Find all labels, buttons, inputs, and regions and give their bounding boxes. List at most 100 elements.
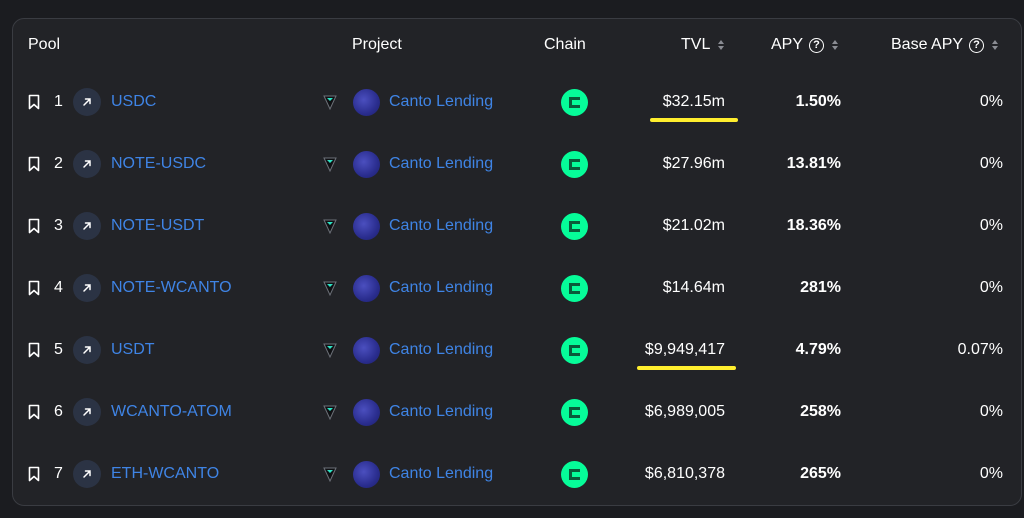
canto-chain-icon[interactable] <box>561 151 588 178</box>
external-link-arrow-icon[interactable] <box>73 88 101 116</box>
canto-lending-logo <box>353 461 380 488</box>
external-link-arrow-icon[interactable] <box>73 398 101 426</box>
bookmark-icon[interactable] <box>28 280 40 296</box>
tvl-value: $6,810,378 <box>644 465 725 482</box>
base-apy-value: 0% <box>979 465 1003 482</box>
canto-lending-logo <box>353 151 380 178</box>
canto-lending-logo <box>353 399 380 426</box>
tvl-header-label[interactable]: TVL <box>681 36 710 54</box>
tvl-highlight-underline <box>637 366 736 370</box>
pool-link[interactable]: NOTE-USDT <box>111 217 204 235</box>
canto-chain-icon[interactable] <box>561 89 588 116</box>
base-apy-column-header[interactable]: Base APY ? <box>891 36 999 54</box>
project-link[interactable]: Canto Lending <box>389 341 493 359</box>
table-row[interactable]: 4 NOTE-WCANTO Canto Lending $14.64m 281%… <box>13 257 1021 319</box>
table-row[interactable]: 1 USDC Canto Lending $32.15m 1.50% 0% <box>13 71 1021 133</box>
apy-column-header[interactable]: APY ? <box>771 36 839 54</box>
apy-value: 1.50% <box>795 93 841 110</box>
sort-arrows-icon[interactable] <box>992 40 999 50</box>
pool-header-label: Pool <box>28 36 61 53</box>
base-apy-value: 0% <box>979 155 1003 172</box>
pool-link[interactable]: NOTE-WCANTO <box>111 279 232 297</box>
tvl-value: $32.15m <box>662 93 725 110</box>
token-icon <box>323 343 337 358</box>
apy-value: 258% <box>800 403 841 420</box>
bookmark-icon[interactable] <box>28 342 40 358</box>
row-rank: 4 <box>54 279 63 296</box>
base-apy-header-label[interactable]: Base APY <box>891 36 963 54</box>
project-link[interactable]: Canto Lending <box>389 93 493 111</box>
table-row[interactable]: 2 NOTE-USDC Canto Lending $27.96m 13.81%… <box>13 133 1021 195</box>
tvl-highlight-underline <box>650 118 738 122</box>
bookmark-icon[interactable] <box>28 404 40 420</box>
chain-column-header: Chain <box>544 36 586 54</box>
tvl-value: $9,949,417 <box>644 341 725 358</box>
project-column-header: Project <box>352 36 402 54</box>
canto-lending-logo <box>353 89 380 116</box>
row-rank: 5 <box>54 341 63 358</box>
project-header-label: Project <box>352 36 402 53</box>
pool-link[interactable]: WCANTO-ATOM <box>111 403 232 421</box>
row-rank: 7 <box>54 465 63 482</box>
canto-chain-icon[interactable] <box>561 337 588 364</box>
canto-chain-icon[interactable] <box>561 275 588 302</box>
canto-lending-logo <box>353 213 380 240</box>
apy-value: 265% <box>800 465 841 482</box>
external-link-arrow-icon[interactable] <box>73 212 101 240</box>
external-link-arrow-icon[interactable] <box>73 460 101 488</box>
external-link-arrow-icon[interactable] <box>73 150 101 178</box>
canto-lending-logo <box>353 337 380 364</box>
tvl-value: $27.96m <box>662 155 725 172</box>
pool-column-header: Pool <box>28 36 60 54</box>
apy-value: 281% <box>800 279 841 296</box>
pool-link[interactable]: USDT <box>111 341 155 359</box>
table-row[interactable]: 5 USDT Canto Lending $9,949,417 4.79% 0.… <box>13 319 1021 381</box>
pool-link[interactable]: ETH-WCANTO <box>111 465 219 483</box>
base-apy-value: 0% <box>979 217 1003 234</box>
bookmark-icon[interactable] <box>28 156 40 172</box>
base-apy-value: 0.07% <box>957 341 1003 358</box>
bookmark-icon[interactable] <box>28 218 40 234</box>
pool-link[interactable]: NOTE-USDC <box>111 155 206 173</box>
pools-table: Pool Project Chain TVL APY ? Base APY ? … <box>12 18 1022 506</box>
table-row[interactable]: 7 ETH-WCANTO Canto Lending $6,810,378 26… <box>13 443 1021 505</box>
project-link[interactable]: Canto Lending <box>389 279 493 297</box>
row-rank: 2 <box>54 155 63 172</box>
question-circle-icon[interactable]: ? <box>969 37 985 53</box>
tvl-value: $6,989,005 <box>644 403 725 420</box>
apy-value: 4.79% <box>795 341 841 358</box>
base-apy-value: 0% <box>979 93 1003 110</box>
canto-chain-icon[interactable] <box>561 461 588 488</box>
tvl-value: $21.02m <box>662 217 725 234</box>
pool-link[interactable]: USDC <box>111 93 156 111</box>
project-link[interactable]: Canto Lending <box>389 217 493 235</box>
bookmark-icon[interactable] <box>28 94 40 110</box>
table-row[interactable]: 3 NOTE-USDT Canto Lending $21.02m 18.36%… <box>13 195 1021 257</box>
token-icon <box>323 467 337 482</box>
row-rank: 1 <box>54 93 63 110</box>
chain-header-label: Chain <box>544 36 586 53</box>
canto-lending-logo <box>353 275 380 302</box>
row-rank: 3 <box>54 217 63 234</box>
canto-chain-icon[interactable] <box>561 213 588 240</box>
table-header: Pool Project Chain TVL APY ? Base APY ? <box>13 19 1021 71</box>
external-link-arrow-icon[interactable] <box>73 336 101 364</box>
sort-arrows-icon[interactable] <box>718 40 725 50</box>
tvl-column-header[interactable]: TVL <box>681 36 725 54</box>
question-circle-icon[interactable]: ? <box>809 37 825 53</box>
apy-value: 13.81% <box>786 155 841 172</box>
bookmark-icon[interactable] <box>28 466 40 482</box>
token-icon <box>323 281 337 296</box>
tvl-value: $14.64m <box>662 279 725 296</box>
external-link-arrow-icon[interactable] <box>73 274 101 302</box>
project-link[interactable]: Canto Lending <box>389 403 493 421</box>
apy-header-label[interactable]: APY <box>771 36 803 54</box>
base-apy-value: 0% <box>979 279 1003 296</box>
canto-chain-icon[interactable] <box>561 399 588 426</box>
table-row[interactable]: 6 WCANTO-ATOM Canto Lending $6,989,005 2… <box>13 381 1021 443</box>
project-link[interactable]: Canto Lending <box>389 155 493 173</box>
sort-arrows-icon[interactable] <box>832 40 839 50</box>
apy-value: 18.36% <box>786 217 841 234</box>
project-link[interactable]: Canto Lending <box>389 465 493 483</box>
token-icon <box>323 219 337 234</box>
